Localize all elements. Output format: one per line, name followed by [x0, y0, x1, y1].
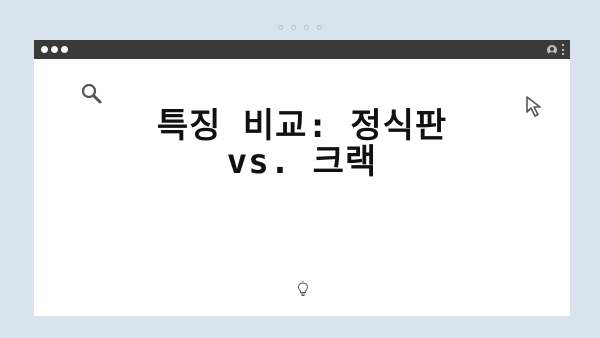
close-window-button[interactable]: [41, 46, 48, 53]
page-indicator: [0, 25, 600, 30]
kebab-menu-icon[interactable]: [561, 44, 564, 55]
page-indicator-dot[interactable]: [291, 25, 296, 30]
minimize-window-button[interactable]: [51, 46, 58, 53]
window-controls: [41, 46, 68, 53]
user-icon[interactable]: [547, 44, 557, 55]
page-indicator-dot[interactable]: [317, 25, 322, 30]
cursor-arrow-icon: [526, 96, 541, 117]
page: 특징 비교: 정식판 vs. 크랙: [0, 0, 600, 338]
maximize-window-button[interactable]: [61, 46, 68, 53]
search-icon: [81, 83, 102, 104]
browser-window: 특징 비교: 정식판 vs. 크랙: [34, 40, 570, 316]
page-indicator-dot[interactable]: [278, 25, 283, 30]
window-titlebar: [34, 40, 570, 59]
titlebar-actions: [547, 43, 564, 56]
page-indicator-dot[interactable]: [304, 25, 309, 30]
lightbulb-icon: [297, 281, 309, 296]
page-title: 특징 비교: 정식판 vs. 크랙: [156, 106, 448, 182]
